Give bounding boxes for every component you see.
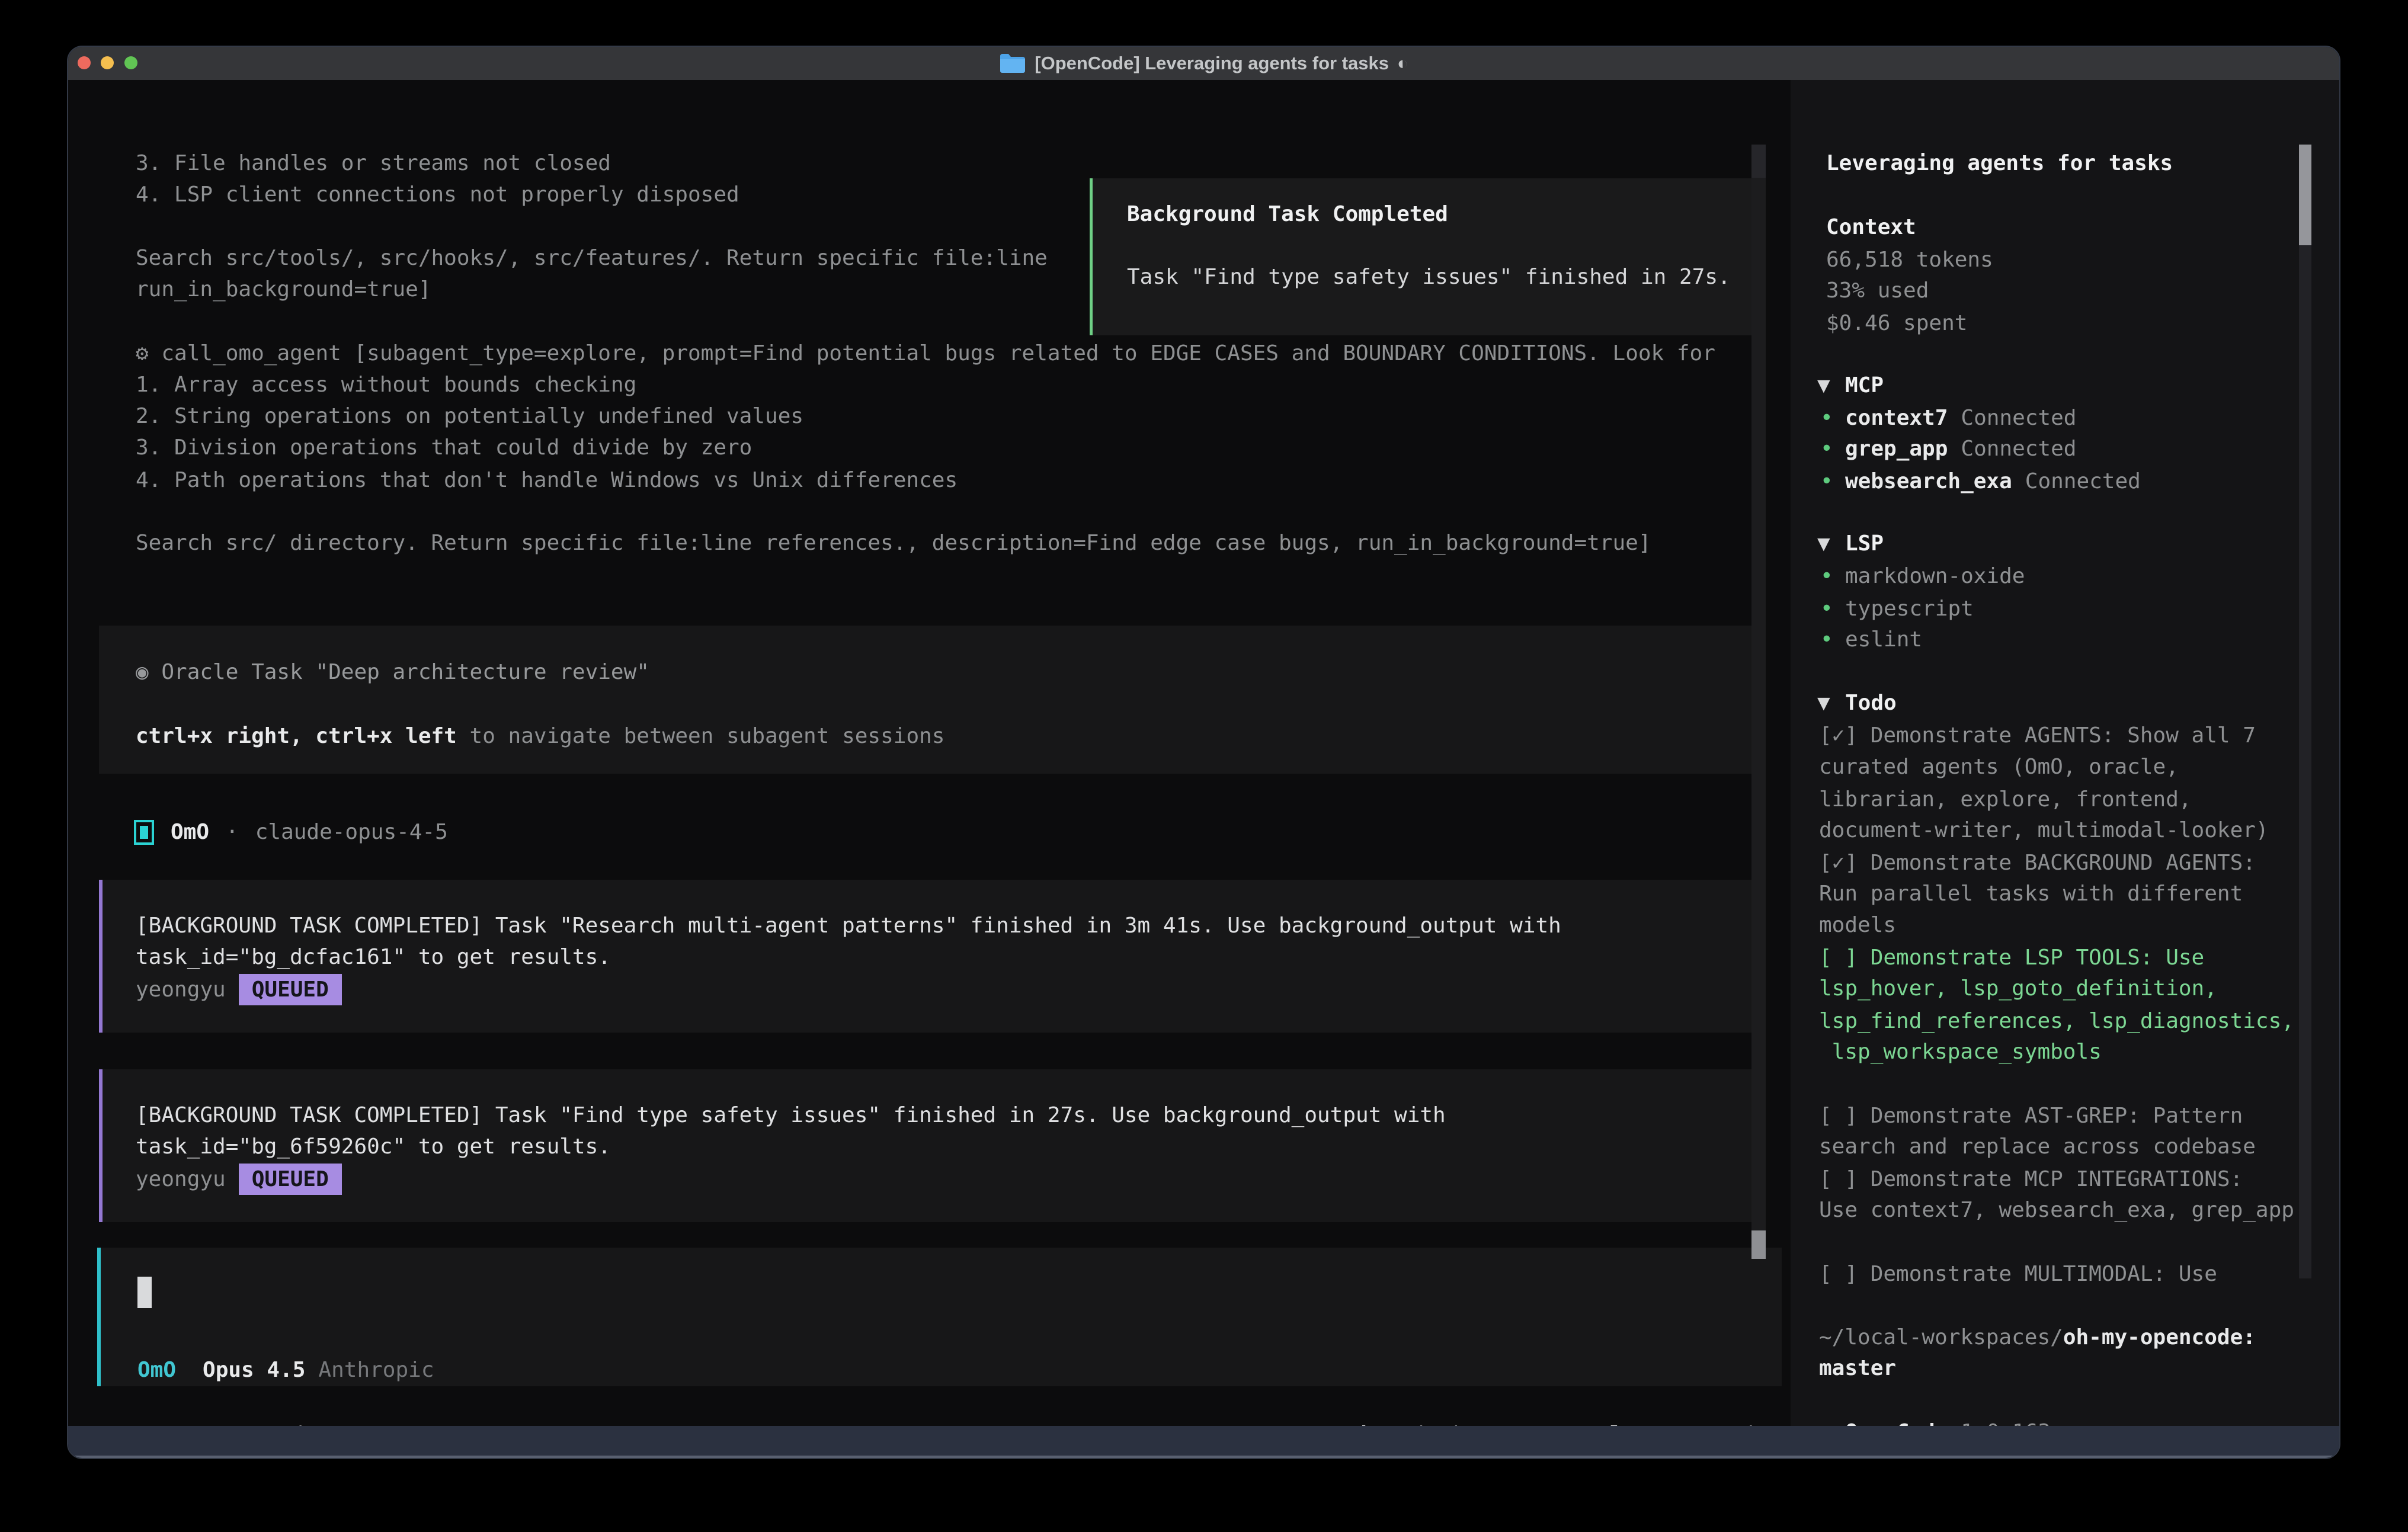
task-block-line: [BACKGROUND TASK COMPLETED] Task "Find t…	[136, 1100, 1446, 1131]
todo-line-done: models	[1819, 909, 1896, 941]
main-scrollbar-thumb-top[interactable]	[1751, 145, 1766, 178]
task-block-line: task_id="bg_6f59260c" to get results.	[136, 1131, 611, 1162]
agent-model: claude-opus-4-5	[255, 816, 448, 848]
scrollback-line: run_in_background=true]	[136, 274, 431, 305]
status-bullet-icon: •	[1820, 560, 1845, 592]
tool-call-line: 4. Path operations that don't handle Win…	[136, 464, 958, 496]
active-agent: OmO	[137, 1354, 176, 1386]
scrollback-line: Search src/tools/, src/hooks/, src/featu…	[136, 242, 1048, 274]
status-bullet-icon: •	[1820, 433, 1845, 464]
lsp-section-header[interactable]: ▼ LSP	[1817, 528, 1884, 559]
separator-dot: ·	[226, 816, 239, 848]
opencode-window: [OpenCode] Leveraging agents for tasks ◐…	[67, 46, 2340, 1459]
todo-section-header[interactable]: ▼ Todo	[1817, 687, 1897, 719]
todo-line-pending: [ ] Demonstrate AST-GREP: Pattern	[1819, 1100, 2243, 1132]
text-cursor	[137, 1277, 152, 1308]
session-sidebar: Leveraging agents for tasks Context 66,5…	[1791, 80, 2340, 1426]
context-spent: $0.46 spent	[1826, 307, 1967, 339]
todo-line-done: Run parallel tasks with different	[1819, 878, 2243, 909]
context-heading: Context	[1826, 211, 1916, 243]
oracle-task-box: ◉ Oracle Task "Deep architecture review"…	[99, 626, 1761, 774]
collapse-triangle-icon: ▼	[1817, 370, 1845, 401]
status-bullet-icon: •	[1820, 593, 1845, 624]
subagent-nav-hint: ctrl+x right, ctrl+x left to navigate be…	[136, 720, 944, 752]
tool-call-line: 2. String operations on potentially unde…	[136, 400, 803, 432]
status-bullet-icon: •	[1820, 624, 1845, 655]
status-bullet-icon: •	[1820, 466, 1845, 497]
context-used: 33% used	[1826, 275, 1929, 306]
sidebar-scrollbar[interactable]	[2299, 145, 2311, 1278]
agent-header: OmO · claude-opus-4-5	[134, 816, 448, 848]
window-bottom-strip	[68, 1426, 2339, 1458]
todo-line-active: lsp_find_references, lsp_diagnostics,	[1819, 1005, 2294, 1037]
todo-line-done: document-writer, multimodal-looker)	[1819, 815, 2269, 846]
close-button[interactable]	[78, 56, 91, 69]
agent-checkbox-icon	[134, 820, 154, 845]
title-bar: [OpenCode] Leveraging agents for tasks ◐	[68, 47, 2339, 80]
tool-call-line: 1. Array access without bounds checking	[136, 369, 636, 400]
todo-line-pending: [ ] Demonstrate MULTIMODAL: Use	[1819, 1258, 2217, 1290]
notification-title: Background Task Completed	[1127, 198, 1448, 230]
todo-line-done: [✓] Demonstrate BACKGROUND AGENTS:	[1819, 847, 2256, 879]
task-block-line: [BACKGROUND TASK COMPLETED] Task "Resear…	[136, 910, 1561, 941]
active-model: Opus 4.5	[203, 1354, 305, 1386]
mcp-item: • grep_app Connected	[1820, 433, 2076, 464]
task-completed-block: [BACKGROUND TASK COMPLETED] Task "Resear…	[99, 880, 1761, 1033]
gear-icon: ⚙	[136, 341, 149, 366]
window-title: [OpenCode] Leveraging agents for tasks	[1035, 53, 1389, 74]
queued-badge: QUEUED	[239, 1164, 342, 1195]
session-title: Leveraging agents for tasks	[1826, 148, 2173, 179]
todo-line-pending: search and replace across codebase	[1819, 1131, 2256, 1162]
workspace-path: ~/local-workspaces/oh-my-opencode:	[1819, 1322, 2256, 1353]
notification-body: Task "Find type safety issues" finished …	[1127, 261, 1731, 293]
folder-icon	[999, 53, 1026, 74]
todo-line-done: [✓] Demonstrate AGENTS: Show all 7	[1819, 720, 2256, 751]
loading-indicator-icon: ◐	[1397, 53, 1408, 74]
tool-call-line: Search src/ directory. Return specific f…	[136, 527, 1651, 559]
oracle-task-heading: ◉ Oracle Task "Deep architecture review"	[136, 656, 649, 688]
todo-line-pending: [ ] Demonstrate MCP INTEGRATIONS:	[1819, 1164, 2243, 1195]
model-provider: Anthropic	[318, 1354, 434, 1386]
scrollback-line: 4. LSP client connections not properly d…	[136, 179, 739, 210]
tool-call-line: 3. Division operations that could divide…	[136, 432, 752, 463]
lsp-item: • markdown-oxide	[1820, 560, 2025, 592]
minimize-button[interactable]	[101, 56, 114, 69]
task-user: yeongyu	[136, 977, 226, 1002]
context-tokens: 66,518 tokens	[1826, 244, 1993, 275]
task-completed-block: [BACKGROUND TASK COMPLETED] Task "Find t…	[99, 1069, 1761, 1222]
model-statusline: OmO Opus 4.5 Anthropic	[137, 1354, 434, 1386]
todo-line-pending: Use context7, websearch_exa, grep_app	[1819, 1194, 2294, 1226]
zoom-button[interactable]	[124, 56, 137, 69]
todo-line-active: lsp_workspace_symbols	[1819, 1036, 2102, 1068]
main-scrollbar-thumb[interactable]	[1751, 1230, 1766, 1259]
main-scrollbar[interactable]	[1751, 145, 1766, 1259]
task-block-line: task_id="bg_dcfac161" to get results.	[136, 941, 611, 973]
background-task-notification: Background Task Completed Task "Find typ…	[1090, 178, 1762, 335]
todo-line-active: [ ] Demonstrate LSP TOOLS: Use	[1819, 942, 2204, 973]
queued-badge: QUEUED	[239, 974, 342, 1005]
mcp-section-header[interactable]: ▼ MCP	[1817, 370, 1884, 401]
collapse-triangle-icon: ▼	[1817, 687, 1845, 719]
agent-name: OmO	[171, 816, 209, 848]
collapse-triangle-icon: ▼	[1817, 528, 1845, 559]
lsp-item: • typescript	[1820, 593, 1974, 624]
scrollback-line: 3. File handles or streams not closed	[136, 148, 611, 179]
mcp-item: • websearch_exa Connected	[1820, 466, 2141, 497]
task-block-meta: yeongyu QUEUED	[136, 974, 342, 1005]
sidebar-scrollbar-thumb[interactable]	[2299, 145, 2311, 245]
task-user: yeongyu	[136, 1167, 226, 1191]
prompt-input[interactable]: OmO Opus 4.5 Anthropic	[97, 1248, 1782, 1386]
tool-call-header: ⚙ call_omo_agent [subagent_type=explore,…	[136, 338, 1715, 369]
status-bullet-icon: •	[1820, 402, 1845, 434]
terminal-pane: 3. File handles or streams not closed 4.…	[68, 80, 1791, 1426]
todo-line-done: curated agents (OmO, oracle,	[1819, 751, 2179, 783]
lsp-item: • eslint	[1820, 624, 1922, 655]
task-block-meta: yeongyu QUEUED	[136, 1164, 342, 1195]
todo-line-done: librarian, explore, frontend,	[1819, 784, 2192, 815]
todo-line-active: lsp_hover, lsp_goto_definition,	[1819, 973, 2217, 1004]
workspace-branch: master	[1819, 1352, 1896, 1384]
mcp-item: • context7 Connected	[1820, 402, 2076, 434]
